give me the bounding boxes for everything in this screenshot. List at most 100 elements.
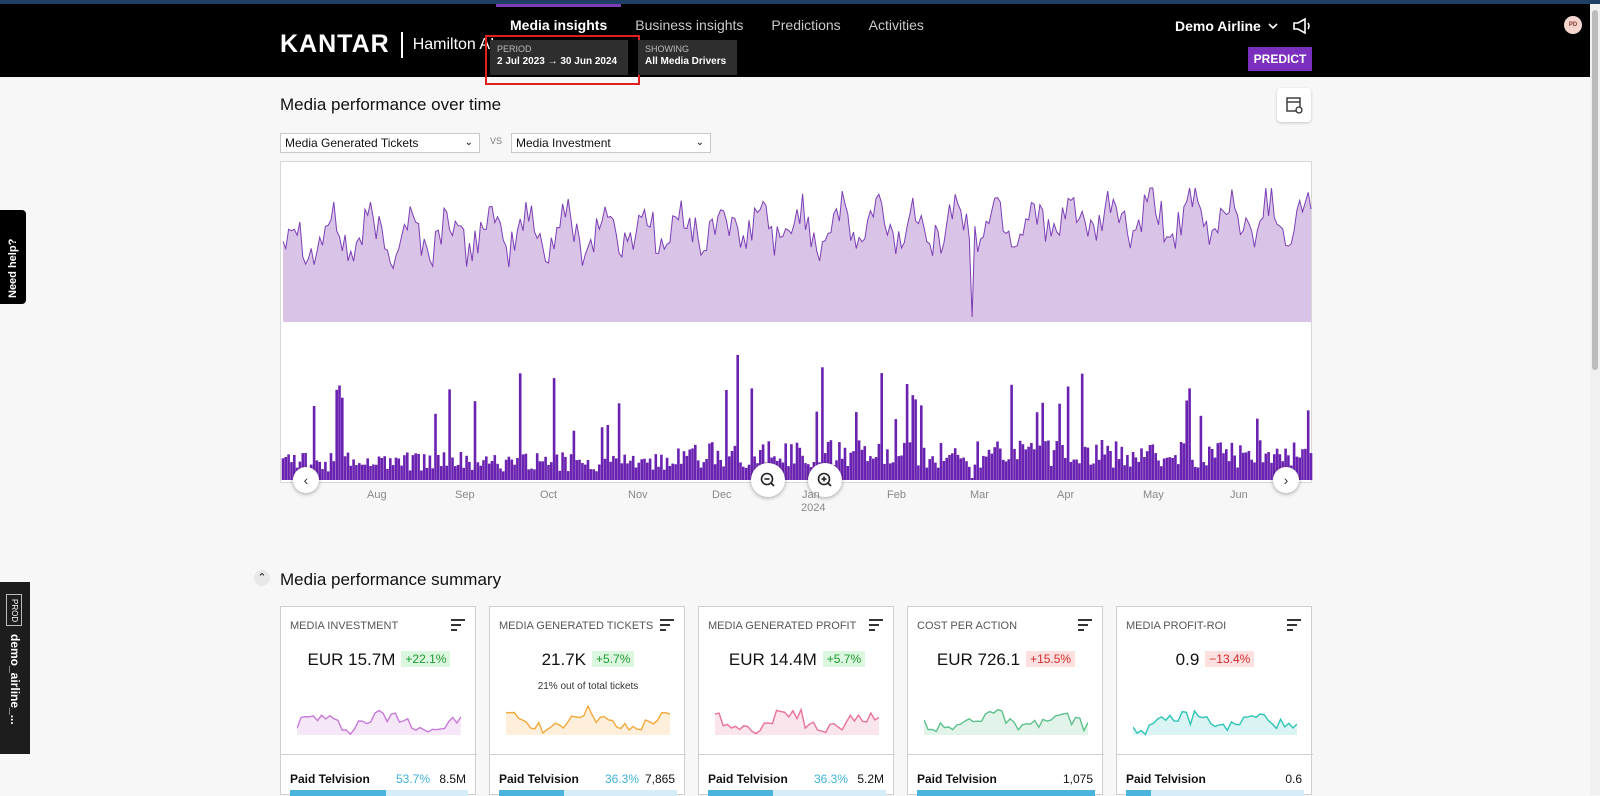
investment-bar — [1072, 459, 1076, 480]
investment-bar — [592, 469, 595, 480]
month-label: Sep — [455, 489, 475, 501]
investment-bar — [363, 464, 367, 480]
year-label: 2024 — [801, 502, 826, 514]
investment-bar — [1165, 457, 1169, 480]
showing-selector[interactable]: SHOWING All Media Drivers — [638, 40, 737, 75]
sort-icon[interactable] — [1287, 619, 1301, 631]
chart-prev-button[interactable]: ‹ — [293, 467, 319, 493]
environment-panel[interactable]: PROD demo_airline_... — [0, 582, 30, 754]
investment-bar — [739, 462, 742, 480]
investment-bar — [626, 463, 629, 480]
summary-card[interactable]: MEDIA GENERATED TICKETS 21.7K +5.7% 21% out… — [489, 606, 686, 796]
investment-bar — [332, 461, 336, 480]
tab-activities[interactable]: Activities — [855, 4, 938, 44]
investment-bar — [1061, 445, 1064, 480]
investment-bar — [1210, 449, 1214, 480]
investment-bar — [521, 454, 525, 480]
investment-bar — [880, 373, 883, 480]
summary-card[interactable]: MEDIA PROFIT-ROI 0.9 −13.4% Paid Telvision 0… — [1116, 606, 1313, 796]
sort-icon[interactable] — [451, 619, 465, 631]
month-label: Feb — [887, 489, 906, 501]
investment-bar — [434, 413, 437, 480]
investment-bar — [1018, 440, 1022, 480]
card-title: COST PER ACTION — [917, 620, 1018, 632]
investment-bar — [1233, 455, 1236, 480]
product-name: Hamilton AI — [412, 35, 495, 53]
sort-icon[interactable] — [1078, 619, 1092, 631]
investment-bar — [648, 458, 652, 480]
investment-bar — [420, 470, 423, 480]
metric-b-select[interactable]: Media Investment ⌄ — [511, 133, 711, 153]
investment-bar — [598, 464, 601, 480]
investment-bar — [615, 458, 618, 480]
card-divider — [699, 754, 895, 755]
investment-bar — [1216, 443, 1220, 480]
zoom-out-button[interactable] — [751, 463, 785, 497]
investment-bar — [518, 373, 522, 480]
investment-bar — [849, 452, 852, 480]
account-switcher[interactable]: Demo Airline — [1175, 17, 1313, 35]
card-title: MEDIA GENERATED TICKETS — [499, 620, 654, 632]
sort-icon[interactable] — [660, 619, 674, 631]
chart-next-button[interactable]: › — [1273, 467, 1299, 493]
investment-bar — [504, 459, 508, 480]
investment-bar — [1191, 459, 1194, 480]
tab-business-insights[interactable]: Business insights — [621, 4, 757, 44]
performance-title: Media performance over time — [280, 95, 502, 114]
investment-bar — [1301, 449, 1304, 480]
investment-bar — [674, 464, 677, 480]
investment-bar — [541, 461, 545, 480]
channel-amount: 0.6 — [1285, 772, 1302, 786]
investment-bar — [953, 448, 957, 480]
table-settings-button[interactable] — [1277, 88, 1311, 122]
summary-title: Media performance summary — [280, 570, 502, 589]
kantar-logo: KANTAR — [280, 30, 390, 58]
investment-bar — [990, 453, 994, 480]
channel-share-fill — [708, 790, 773, 796]
investment-bar — [358, 463, 361, 480]
page-scrollbar[interactable] — [1590, 4, 1600, 795]
investment-bar — [1222, 453, 1225, 480]
investment-bar — [324, 461, 327, 480]
investment-bar — [437, 455, 440, 480]
tickets-area — [283, 188, 1311, 322]
investment-bar — [1256, 418, 1259, 480]
collapse-summary-button[interactable]: ⌃ — [254, 570, 270, 586]
card-value: EUR 15.7M — [307, 650, 396, 669]
investment-bar — [917, 465, 920, 480]
investment-bar — [284, 457, 288, 480]
investment-bar — [442, 452, 446, 480]
summary-card[interactable]: COST PER ACTION EUR 726.1 +15.5% Paid Telvi… — [907, 606, 1104, 796]
metric-a-select[interactable]: Media Generated Tickets ⌄ — [280, 133, 480, 153]
investment-bar — [1182, 443, 1186, 480]
summary-card[interactable]: MEDIA GENERATED PROFIT EUR 14.4M +5.7% Paid… — [698, 606, 895, 796]
investment-bar — [866, 461, 869, 480]
investment-bar — [1213, 457, 1217, 480]
channel-name: Paid Telvision — [290, 772, 370, 786]
investment-bar — [1160, 466, 1163, 480]
predict-button[interactable]: PREDICT — [1248, 47, 1312, 71]
investment-bar — [855, 412, 858, 480]
investment-bar — [600, 427, 604, 480]
channel-share-fill — [499, 790, 564, 796]
investment-bar — [956, 454, 960, 480]
card-divider — [1117, 754, 1313, 755]
investment-bar — [1103, 454, 1107, 480]
avatar[interactable]: PD — [1564, 16, 1582, 34]
brand[interactable]: KANTAR Hamilton AI — [280, 30, 495, 59]
investment-bar — [705, 459, 708, 480]
investment-bar — [685, 455, 689, 480]
megaphone-icon[interactable] — [1291, 17, 1313, 35]
sort-icon[interactable] — [869, 619, 883, 631]
investment-bar — [462, 467, 465, 480]
change-badge: +5.7% — [592, 651, 635, 667]
channel-amount: 5.2M — [857, 772, 884, 786]
need-help-tab[interactable]: Need help? — [0, 210, 26, 304]
investment-bar — [490, 461, 494, 480]
tab-predictions[interactable]: Predictions — [757, 4, 854, 44]
change-badge: −13.4% — [1205, 651, 1255, 667]
performance-chart[interactable] — [280, 161, 1313, 483]
summary-card[interactable]: MEDIA INVESTMENT EUR 15.7M +22.1% Paid Telv… — [280, 606, 477, 796]
investment-bar — [468, 461, 471, 480]
scrollbar-thumb[interactable] — [1592, 10, 1598, 370]
